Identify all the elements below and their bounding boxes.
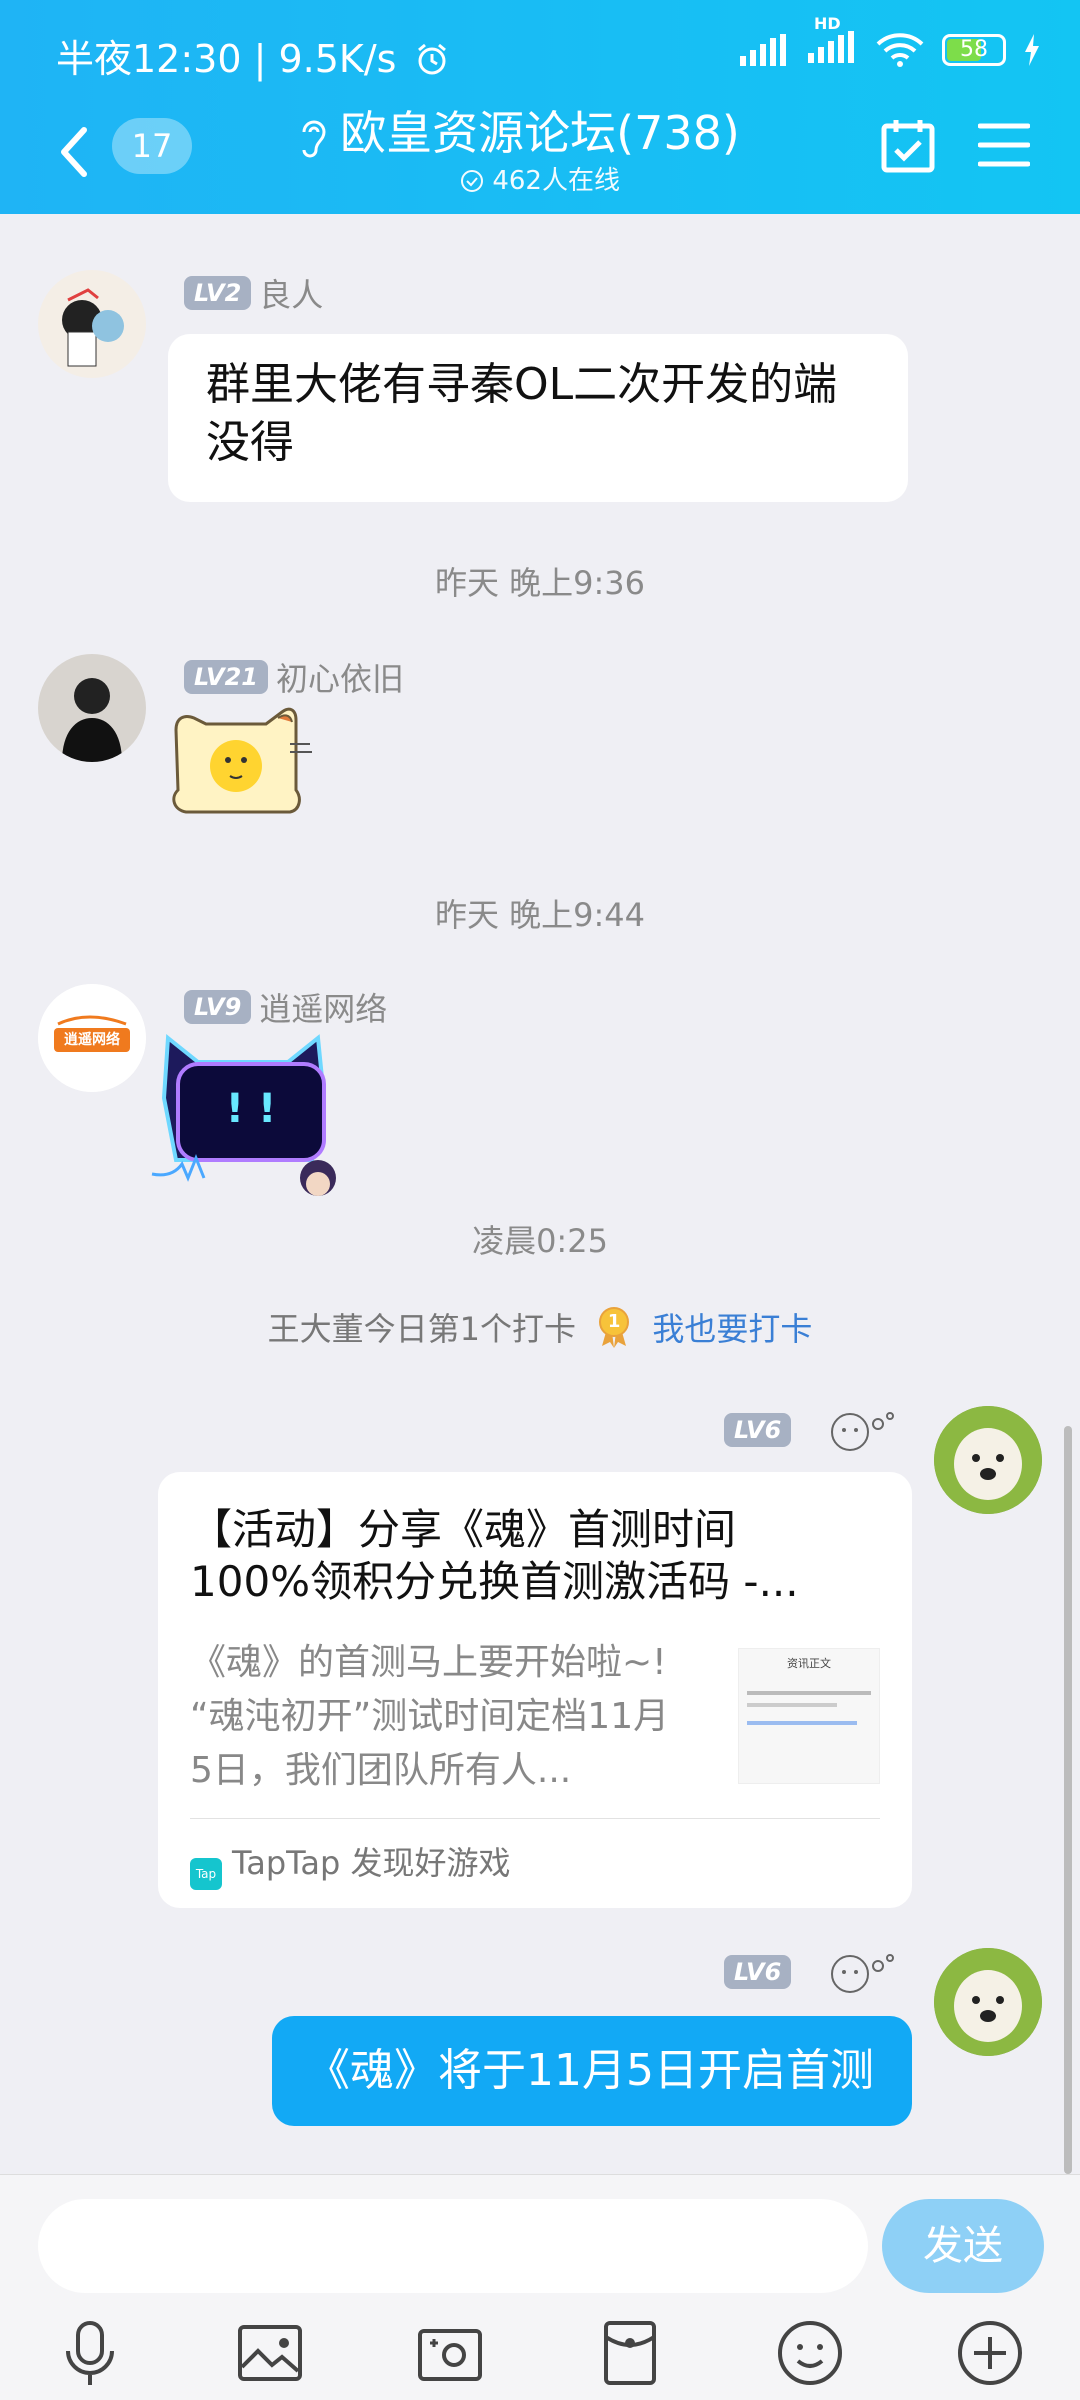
- checkin-text: 王大董今日第1个打卡: [267, 1310, 576, 1348]
- hd-label: HD: [814, 14, 841, 33]
- level-badge: LV21: [184, 660, 268, 694]
- sender-info: LV21 初心依旧: [184, 654, 404, 700]
- avatar[interactable]: [38, 654, 146, 762]
- level-badge: LV9: [184, 990, 252, 1024]
- game-sticker[interactable]: ! !: [148, 1028, 358, 1198]
- send-button[interactable]: 发送: [882, 2199, 1044, 2293]
- battery-icon: 58: [942, 34, 1006, 66]
- checkin-notice: 王大董今日第1个打卡 1 我也要打卡: [0, 1304, 1080, 1350]
- group-title: 欧皇资源论坛(738): [340, 106, 740, 160]
- online-status-icon: [461, 170, 484, 192]
- timestamp: 昨天 晚上9:44: [434, 896, 646, 934]
- card-source[interactable]: Tap TapTap 发现好游戏: [190, 1838, 511, 1890]
- input-panel: 发送: [0, 2174, 1080, 2400]
- wifi-icon: [876, 33, 924, 67]
- red-packet-icon[interactable]: [592, 2315, 668, 2391]
- calendar-check-icon[interactable]: [880, 118, 936, 174]
- nav-bar: 17 欧皇资源论坛(738) 462人在线: [0, 100, 1080, 214]
- card-title: 【活动】分享《魂》首测时间 100%领积分兑换首测激活码 -...: [190, 1505, 799, 1606]
- dog-avatar-icon: [934, 1948, 1042, 2056]
- level-badge: LV6: [724, 1955, 792, 1989]
- checkin-link[interactable]: 我也要打卡: [652, 1310, 812, 1348]
- message-input[interactable]: [38, 2199, 868, 2293]
- sender-info: LV2 良人: [184, 270, 323, 316]
- sender-name[interactable]: 逍遥网络: [259, 990, 387, 1028]
- taptap-icon: Tap: [190, 1858, 222, 1890]
- network-speed: 9.5K/s: [278, 37, 397, 81]
- menu-icon[interactable]: [978, 122, 1030, 168]
- signal-hd-icon: [808, 31, 854, 63]
- app-header: 半夜12:30 | 9.5K/s HD 58 17 欧皇资源论坛(738) 46…: [0, 0, 1080, 214]
- avatar[interactable]: [934, 1948, 1042, 2056]
- status-time: 半夜12:30: [56, 37, 242, 81]
- sender-name[interactable]: 良人: [259, 276, 323, 314]
- unread-count-badge[interactable]: 17: [112, 118, 192, 174]
- sticker-text: ! !: [225, 1086, 277, 1132]
- image-icon[interactable]: [232, 2315, 308, 2391]
- message-bubble[interactable]: 群里大佬有寻秦OL二次开发的端 没得: [168, 334, 908, 502]
- plus-icon[interactable]: [952, 2315, 1028, 2391]
- charging-icon: [1025, 34, 1039, 66]
- avatar[interactable]: 逍遥网络: [38, 984, 146, 1092]
- dog-avatar-icon: [934, 1406, 1042, 1514]
- timestamp: 昨天 晚上9:36: [434, 564, 646, 602]
- sender-info: LV6: [724, 1408, 896, 1452]
- alarm-icon: [417, 43, 446, 75]
- avatar-image-icon: [62, 678, 122, 762]
- online-count: 462人在线: [492, 166, 620, 196]
- emoji-face-icon: [831, 1954, 895, 1993]
- sender-name[interactable]: 初心依旧: [276, 660, 404, 698]
- share-card[interactable]: 【活动】分享《魂》首测时间 100%领积分兑换首测激活码 -... 《魂》的首测…: [158, 1472, 912, 1908]
- chat-title-area[interactable]: 欧皇资源论坛(738) 462人在线: [290, 100, 790, 196]
- message-list[interactable]: LV2 良人 群里大佬有寻秦OL二次开发的端 没得 昨天 晚上9:36 LV21 初…: [0, 214, 1080, 2174]
- avatar[interactable]: [38, 270, 146, 378]
- timestamp: 凌晨0:25: [472, 1222, 608, 1260]
- back-arrow-icon[interactable]: [54, 122, 94, 182]
- card-thumbnail: 资讯正文: [738, 1648, 880, 1784]
- cat-sticker[interactable]: [162, 704, 322, 838]
- emoji-face-icon: [831, 1412, 895, 1451]
- medal-icon: 1: [596, 1306, 632, 1348]
- emoji-icon[interactable]: [772, 2315, 848, 2391]
- level-badge: LV6: [724, 1413, 792, 1447]
- avatar-image-icon: [62, 288, 124, 367]
- avatar[interactable]: [934, 1406, 1042, 1514]
- scrollbar[interactable]: [1064, 1426, 1072, 2174]
- my-message-bubble[interactable]: 《魂》将于11月5日开启首测: [272, 2016, 912, 2126]
- signal-icon: [740, 34, 786, 66]
- camera-icon[interactable]: [412, 2315, 488, 2391]
- sender-info: LV6: [724, 1950, 896, 1994]
- status-bar: 半夜12:30 | 9.5K/s HD 58: [0, 0, 1080, 100]
- sender-info: LV9 逍遥网络: [184, 984, 387, 1030]
- card-description: 《魂》的首测马上要开始啦~! “魂沌初开”测试时间定档11月 5日，我们团队所有…: [190, 1642, 670, 1791]
- level-badge: LV2: [184, 276, 252, 310]
- microphone-icon[interactable]: [52, 2315, 128, 2391]
- avatar-logo-text: 逍遥网络: [64, 1032, 120, 1048]
